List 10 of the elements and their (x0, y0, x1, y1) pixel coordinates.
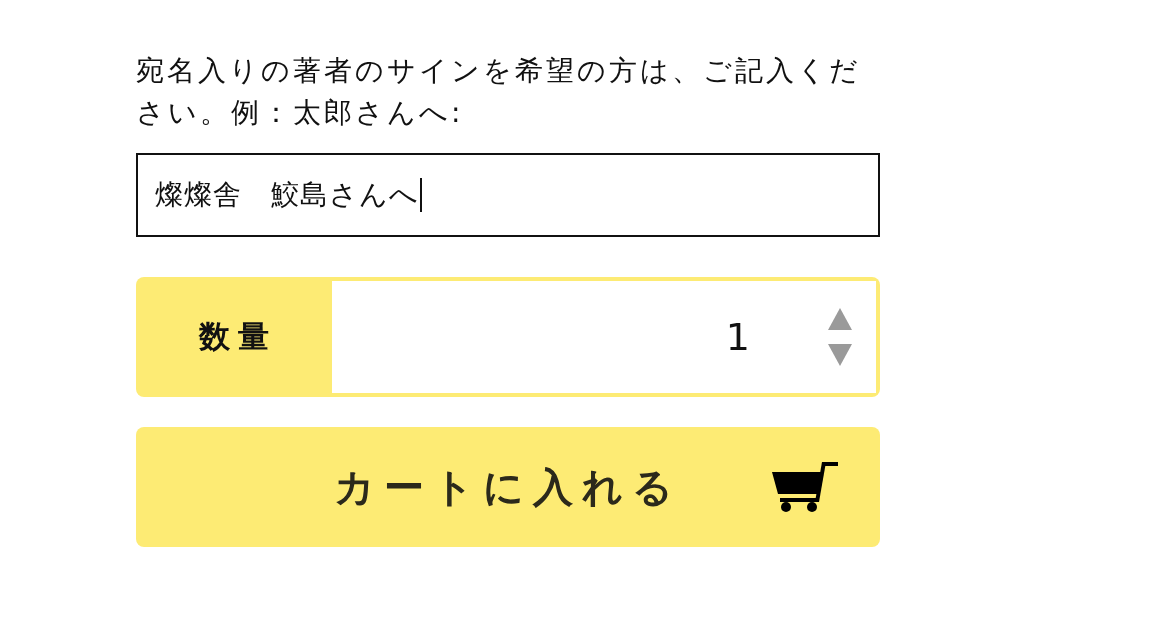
quantity-label: 数量 (197, 317, 278, 356)
decrement-button[interactable] (828, 344, 852, 366)
quantity-field[interactable]: 1 (332, 281, 876, 393)
signature-field[interactable]: 燦燦舎 鮫島さんへ (136, 153, 880, 237)
triangle-down-icon (828, 344, 852, 366)
triangle-up-icon (828, 308, 852, 330)
cart-icon (772, 462, 838, 512)
signature-instructions: 宛名入りの著者のサインを希望の方は、ご記入ください。例：太郎さんへ: (136, 53, 862, 131)
increment-button[interactable] (828, 308, 852, 330)
add-to-cart-button[interactable]: カートに入れる (136, 427, 880, 547)
